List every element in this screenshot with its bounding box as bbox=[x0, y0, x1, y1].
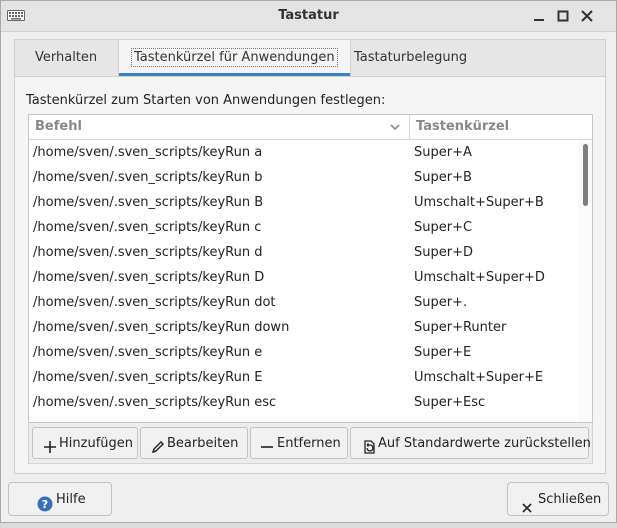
shortcut-cell: Super+A bbox=[414, 145, 472, 160]
close-button[interactable]: Schließen bbox=[507, 482, 609, 516]
tab-bar: Verhalten Tastenkürzel für Anwendungen T… bbox=[15, 40, 605, 77]
shortcut-cell: Umschalt+Super+B bbox=[414, 195, 544, 210]
edit-button[interactable]: Bearbeiten bbox=[140, 427, 248, 459]
shortcut-list[interactable]: Befehl Tastenkürzel /home/sven/.sven_scr… bbox=[28, 114, 593, 423]
add-button[interactable]: Hinzufügen bbox=[32, 427, 138, 459]
list-header: Befehl Tastenkürzel bbox=[29, 115, 592, 140]
command-cell: /home/sven/.sven_scripts/keyRun e bbox=[33, 345, 263, 360]
command-cell: /home/sven/.sven_scripts/keyRun esc bbox=[33, 395, 277, 410]
shortcut-actions: Hinzufügen Bearbeiten Entfernen Auf Stan… bbox=[28, 423, 593, 464]
title-bar[interactable]: Tastatur bbox=[1, 1, 616, 32]
tab-label: Tastaturbelegung bbox=[354, 50, 468, 65]
tab-label: Tastenkürzel für Anwendungen bbox=[131, 48, 338, 67]
table-row[interactable]: /home/sven/.sven_scripts/keyRun a Super+A bbox=[29, 140, 579, 165]
column-separator[interactable] bbox=[409, 115, 410, 139]
command-cell: /home/sven/.sven_scripts/keyRun b bbox=[33, 170, 263, 185]
command-cell: /home/sven/.sven_scripts/keyRun E bbox=[33, 370, 263, 385]
chevron-down-icon[interactable] bbox=[389, 121, 401, 137]
table-row[interactable]: /home/sven/.sven_scripts/keyRun esc Super… bbox=[29, 390, 579, 415]
command-cell: /home/sven/.sven_scripts/keyRun a bbox=[33, 145, 263, 160]
table-row[interactable]: /home/sven/.sven_scripts/keyRun E Umschal… bbox=[29, 365, 579, 390]
reset-defaults-label: Auf Standardwerte zurückstellen bbox=[378, 436, 591, 451]
command-cell: /home/sven/.sven_scripts/keyRun d bbox=[33, 245, 263, 260]
shortcut-cell: Super+Runter bbox=[414, 320, 507, 335]
svg-text:?: ? bbox=[42, 498, 48, 511]
table-row[interactable]: /home/sven/.sven_scripts/keyRun c Super+C bbox=[29, 215, 579, 240]
table-row[interactable]: /home/sven/.sven_scripts/keyRun B Umschal… bbox=[29, 190, 579, 215]
list-rows: /home/sven/.sven_scripts/keyRun a Super+A… bbox=[29, 140, 579, 415]
shortcut-cell: Super+E bbox=[414, 345, 472, 360]
shortcut-cell: Super+B bbox=[414, 170, 472, 185]
table-row[interactable]: /home/sven/.sven_scripts/keyRun b Super+B bbox=[29, 165, 579, 190]
shortcuts-description: Tastenkürzel zum Starten von Anwendungen… bbox=[26, 93, 386, 108]
tab-tastenkuerzel[interactable]: Tastenkürzel für Anwendungen bbox=[118, 40, 351, 76]
add-button-label: Hinzufügen bbox=[59, 436, 133, 451]
dialog-window: Tastatur Verhalten Tastenkürzel für Anwe… bbox=[0, 0, 617, 523]
shortcut-cell: Umschalt+Super+D bbox=[414, 270, 545, 285]
table-row[interactable]: /home/sven/.sven_scripts/keyRun dot Super… bbox=[29, 290, 579, 315]
command-cell: /home/sven/.sven_scripts/keyRun D bbox=[33, 270, 265, 285]
maximize-icon[interactable] bbox=[555, 8, 571, 24]
shortcut-cell: Super+C bbox=[414, 220, 473, 235]
shortcut-cell: Super+Esc bbox=[414, 395, 486, 410]
help-icon: ? bbox=[37, 492, 53, 526]
tab-notebook: Verhalten Tastenkürzel für Anwendungen T… bbox=[14, 39, 606, 474]
tab-label: Verhalten bbox=[35, 50, 98, 65]
table-row[interactable]: /home/sven/.sven_scripts/keyRun D Umschal… bbox=[29, 265, 579, 290]
tab-tastaturbelegung[interactable]: Tastaturbelegung bbox=[342, 40, 479, 75]
vertical-scrollbar[interactable] bbox=[578, 140, 592, 422]
help-button-label: Hilfe bbox=[56, 492, 86, 507]
command-cell: /home/sven/.sven_scripts/keyRun down bbox=[33, 320, 290, 335]
scrollbar-thumb[interactable] bbox=[583, 144, 588, 206]
minimize-icon[interactable] bbox=[531, 8, 547, 24]
shortcut-cell: Super+. bbox=[414, 295, 468, 310]
remove-button[interactable]: Entfernen bbox=[250, 427, 348, 459]
command-cell: /home/sven/.sven_scripts/keyRun B bbox=[33, 195, 264, 210]
plus-icon bbox=[42, 436, 58, 468]
revert-icon bbox=[360, 436, 376, 468]
column-header-command[interactable]: Befehl bbox=[35, 115, 82, 139]
close-button-label: Schließen bbox=[538, 492, 602, 507]
pencil-icon bbox=[150, 436, 166, 468]
shortcut-cell: Super+D bbox=[414, 245, 473, 260]
command-cell: /home/sven/.sven_scripts/keyRun c bbox=[33, 220, 262, 235]
remove-button-label: Entfernen bbox=[277, 436, 341, 451]
active-tab-indicator bbox=[119, 73, 350, 76]
table-row[interactable]: /home/sven/.sven_scripts/keyRun d Super+D bbox=[29, 240, 579, 265]
minus-icon bbox=[259, 436, 275, 468]
table-row[interactable]: /home/sven/.sven_scripts/keyRun e Super+E bbox=[29, 340, 579, 365]
command-cell: /home/sven/.sven_scripts/keyRun dot bbox=[33, 295, 276, 310]
shortcut-cell: Umschalt+Super+E bbox=[414, 370, 544, 385]
close-icon[interactable] bbox=[579, 8, 595, 24]
help-button[interactable]: ? Hilfe bbox=[8, 482, 112, 516]
edit-button-label: Bearbeiten bbox=[167, 436, 239, 451]
window-title: Tastatur bbox=[278, 8, 339, 23]
table-row[interactable]: /home/sven/.sven_scripts/keyRun down Supe… bbox=[29, 315, 579, 340]
reset-defaults-button[interactable]: Auf Standardwerte zurückstellen bbox=[350, 427, 591, 459]
column-header-shortcut[interactable]: Tastenkürzel bbox=[416, 115, 509, 139]
tab-verhalten[interactable]: Verhalten bbox=[23, 40, 109, 75]
